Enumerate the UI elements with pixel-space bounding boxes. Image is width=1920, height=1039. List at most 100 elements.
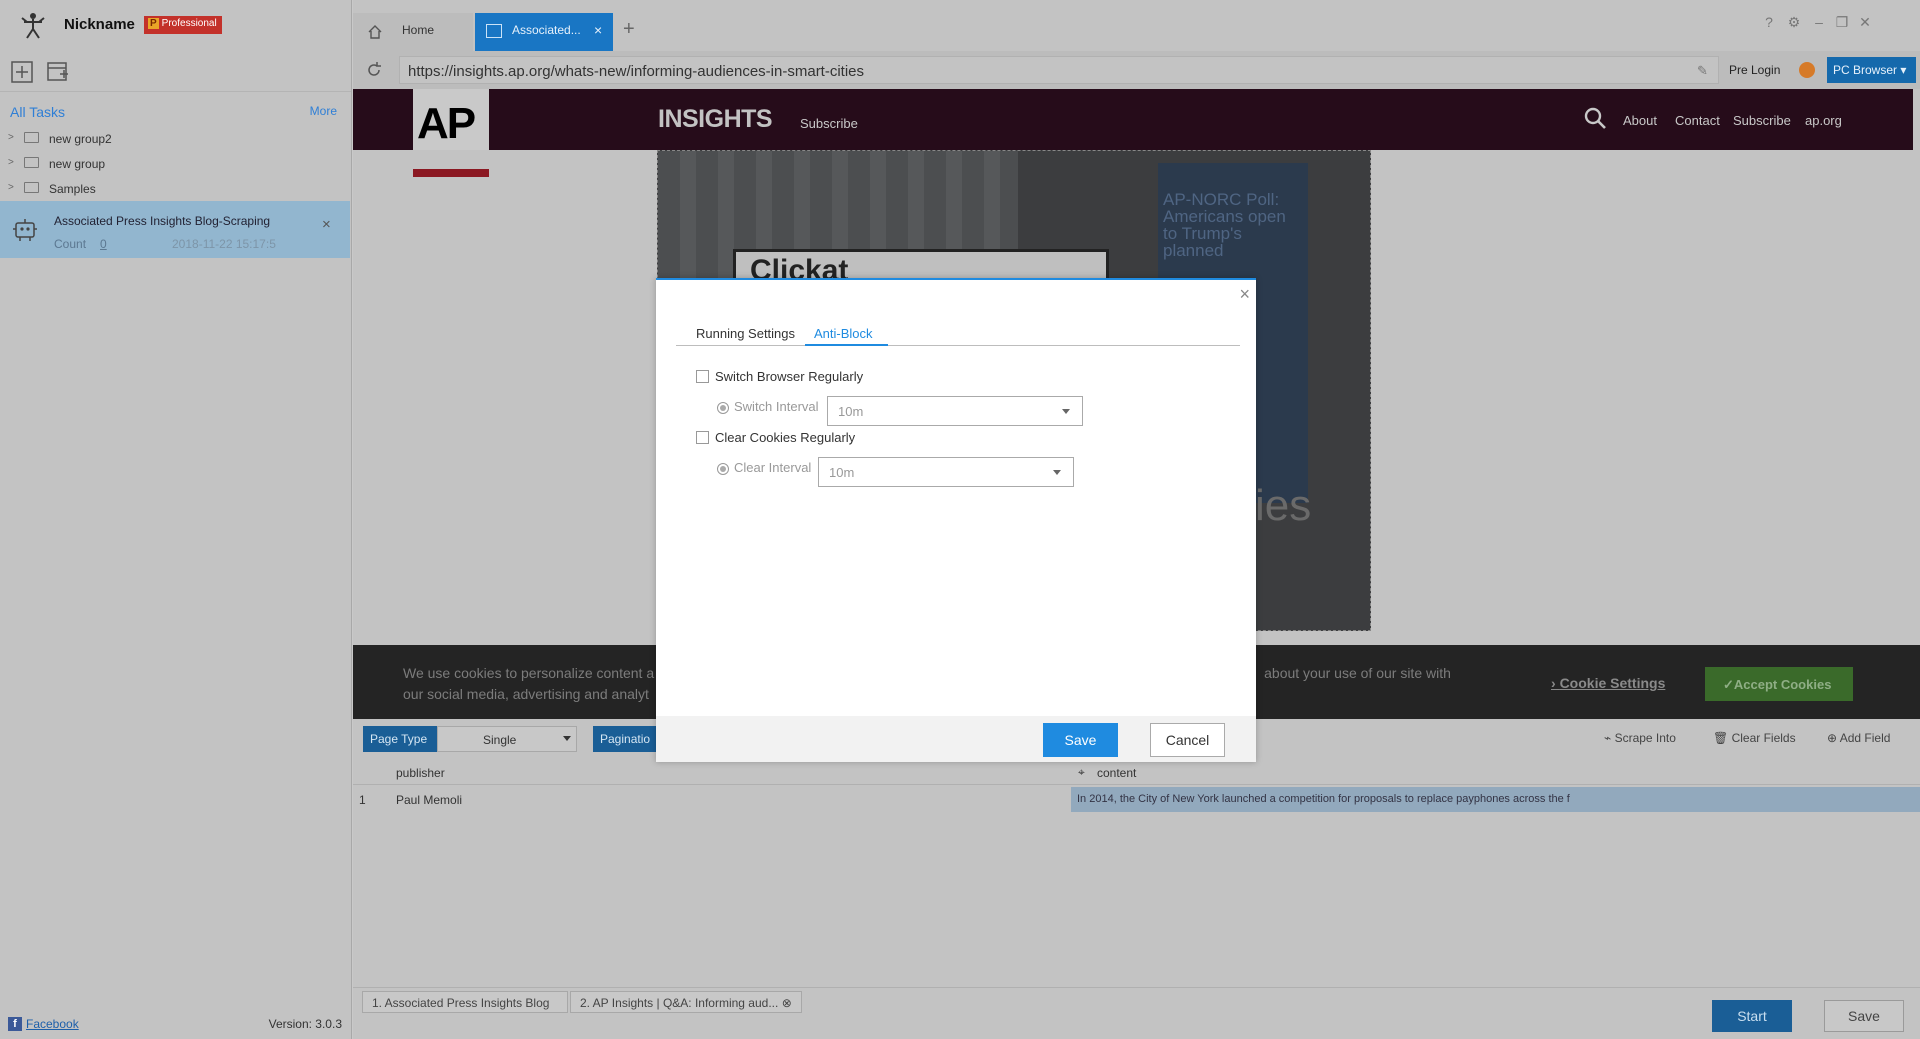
avatar[interactable] (1799, 62, 1815, 78)
url-text: https://insights.ap.org/whats-new/inform… (408, 63, 865, 80)
clear-interval-value: 10m (829, 465, 855, 480)
tab-associated[interactable]: Associated... × (475, 13, 613, 51)
plan-badge-letter: P (148, 18, 159, 29)
close-icon[interactable]: ⊗ (782, 996, 792, 1010)
tab-bar: Home Associated... × + ? ⚙ – ❐ ✕ (353, 0, 1920, 51)
task-group[interactable]: > new group2 (0, 126, 351, 151)
new-task-icon[interactable] (10, 60, 34, 84)
chevron-down-icon (1053, 470, 1061, 475)
search-icon[interactable] (1583, 106, 1607, 130)
close-window-icon[interactable]: ✕ (1857, 14, 1873, 30)
close-icon[interactable]: × (322, 216, 331, 233)
robot-icon (13, 219, 37, 241)
chevron-right-icon[interactable]: > (8, 157, 14, 168)
task-item-selected[interactable]: Associated Press Insights Blog-Scraping … (0, 201, 350, 258)
nav-ap-org[interactable]: ap.org (1805, 113, 1842, 128)
task-title: Associated Press Insights Blog-Scraping (54, 214, 271, 228)
dialog-save-button[interactable]: Save (1043, 723, 1118, 757)
refresh-icon[interactable] (365, 61, 383, 79)
cell-content[interactable]: In 2014, the City of New York launched a… (1077, 793, 1570, 805)
ap-logo[interactable]: AP (413, 89, 489, 150)
clear-cookies-label[interactable]: Clear Cookies Regularly (715, 430, 855, 445)
task-count-value[interactable]: 0 (100, 237, 107, 251)
minimize-icon[interactable]: – (1811, 14, 1827, 30)
switch-interval-label: Switch Interval (734, 399, 819, 414)
ap-header: AP INSIGHTS Subscribe About Contact Subs… (353, 89, 1913, 150)
nav-contact[interactable]: Contact (1675, 113, 1720, 128)
url-input[interactable]: https://insights.ap.org/whats-new/inform… (399, 56, 1719, 84)
facebook-icon[interactable]: f (8, 1017, 22, 1031)
more-link[interactable]: More (310, 104, 337, 118)
active-tab-indicator (805, 344, 888, 346)
chevron-right-icon[interactable]: > (8, 132, 14, 143)
close-tab-icon[interactable]: × (594, 22, 602, 38)
switch-browser-checkbox[interactable] (696, 370, 709, 383)
all-tasks-link[interactable]: All Tasks (10, 104, 65, 120)
folder-icon (24, 182, 39, 193)
workflow-tab-2[interactable]: 2. AP Insights | Q&A: Informing aud... ⊗ (570, 991, 802, 1013)
restore-icon[interactable]: ❐ (1834, 14, 1850, 30)
user-nickname[interactable]: Nickname (64, 16, 135, 33)
new-group-icon[interactable] (46, 60, 70, 84)
scrape-into-button[interactable]: ⌁ Scrape Into (1604, 731, 1676, 745)
chevron-down-icon (563, 736, 571, 741)
start-button[interactable]: Start (1712, 1000, 1792, 1032)
chevron-right-icon[interactable]: > (8, 182, 14, 193)
clear-cookies-checkbox[interactable] (696, 431, 709, 444)
clear-interval-label: Clear Interval (734, 460, 812, 475)
task-group[interactable]: > Samples (0, 176, 351, 201)
task-group[interactable]: > new group (0, 151, 351, 176)
cookie-settings-link[interactable]: › Cookie Settings (1551, 675, 1665, 691)
add-field-label: Add Field (1839, 731, 1891, 745)
add-tab-button[interactable]: + (623, 18, 635, 41)
edit-icon[interactable]: ✎ (1697, 63, 1708, 79)
data-grid: publisher ⌖ content 1 Paul Memoli In 201… (353, 757, 1920, 987)
nav-subscribe[interactable]: Subscribe (1733, 113, 1791, 128)
add-field-button[interactable]: ⊕ Add Field (1827, 731, 1890, 745)
cell-publisher[interactable]: Paul Memoli (396, 793, 462, 807)
column-header-publisher[interactable]: publisher (396, 766, 445, 780)
switch-interval-select[interactable]: 10m (827, 396, 1083, 426)
clear-interval-select[interactable]: 10m (818, 457, 1074, 487)
dialog-cancel-button[interactable]: Cancel (1150, 723, 1225, 757)
ap-logo-text: AP (417, 99, 476, 148)
facebook-link[interactable]: Facebook (26, 1017, 79, 1031)
sidebar-footer: f Facebook Version: 3.0.3 (0, 1009, 352, 1039)
cookie-text-line1b: about your use of our site with (1264, 665, 1451, 681)
folder-icon (24, 132, 39, 143)
logo-accent-bar (413, 169, 489, 177)
page-icon (486, 24, 502, 38)
address-bar: https://insights.ap.org/whats-new/inform… (353, 51, 1920, 89)
help-icon[interactable]: ? (1761, 14, 1777, 30)
tab-home-label: Home (402, 23, 435, 37)
tab-associated-label: Associated... (512, 23, 581, 37)
tab-home[interactable]: Home (353, 13, 473, 51)
clear-interval-radio[interactable] (717, 463, 729, 475)
insights-brand[interactable]: INSIGHTS (658, 105, 773, 134)
plan-badge-text: Professional (161, 18, 217, 29)
cookie-text-line1: We use cookies to personalize content a (403, 665, 655, 681)
tab-anti-block[interactable]: Anti-Block (814, 326, 873, 341)
dialog-footer: Save Cancel (656, 716, 1256, 762)
header-subscribe-link[interactable]: Subscribe (800, 116, 858, 131)
switch-interval-value: 10m (838, 404, 864, 419)
clear-fields-button[interactable]: 🗑 Clear Fields (1713, 731, 1796, 745)
version-label: Version: 3.0.3 (268, 1017, 342, 1031)
switch-interval-radio[interactable] (717, 402, 729, 414)
switch-browser-label[interactable]: Switch Browser Regularly (715, 369, 863, 384)
column-header-content[interactable]: content (1097, 766, 1136, 780)
save-button[interactable]: Save (1824, 1000, 1904, 1032)
crosshair-icon[interactable]: ⌖ (1078, 765, 1085, 780)
nav-about[interactable]: About (1623, 113, 1657, 128)
page-type-select[interactable]: Single (437, 726, 577, 752)
gear-icon[interactable]: ⚙ (1786, 14, 1802, 30)
close-icon[interactable]: × (1239, 284, 1250, 305)
table-row[interactable]: 1 Paul Memoli In 2014, the City of New Y… (353, 787, 1920, 812)
pagination-label[interactable]: Paginatio (593, 726, 663, 752)
pre-login-button[interactable]: Pre Login (1729, 63, 1780, 77)
workflow-tab-1[interactable]: 1. Associated Press Insights Blog (362, 991, 568, 1013)
accept-cookies-button[interactable]: ✓Accept Cookies (1705, 667, 1853, 701)
pc-browser-dropdown[interactable]: PC Browser ▾ (1827, 57, 1916, 83)
chevron-down-icon (1062, 409, 1070, 414)
tab-running-settings[interactable]: Running Settings (696, 326, 795, 341)
